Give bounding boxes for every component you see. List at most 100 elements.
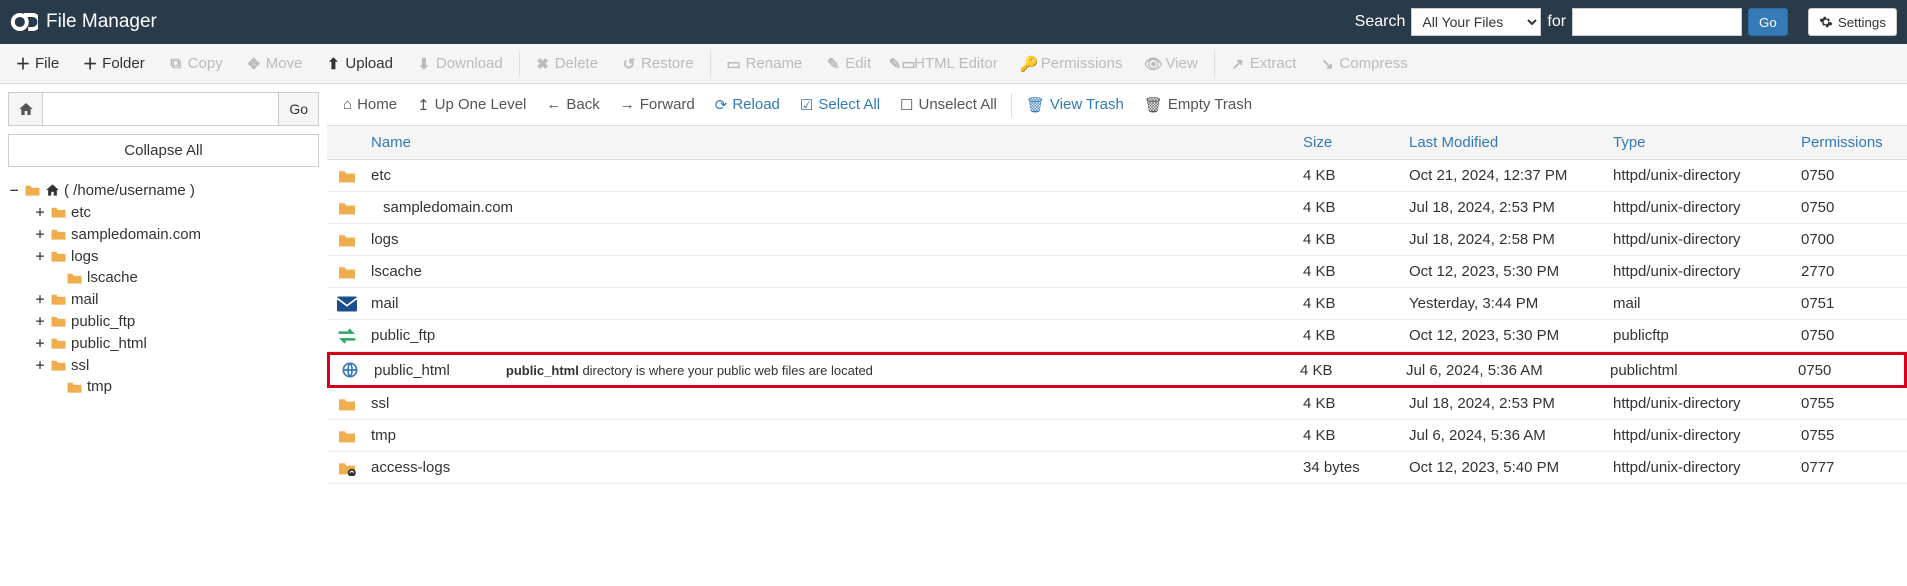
row-name: public_html [374,362,450,379]
folder-icon [337,396,357,412]
table-row[interactable]: mail4 KBYesterday, 3:44 PMmail0751 [327,288,1907,320]
header-search: Search All Your Files for Go Settings [1355,8,1897,36]
col-modified[interactable]: Last Modified [1409,134,1613,151]
path-go-button[interactable]: Go [278,93,318,125]
expander-icon[interactable]: + [34,247,46,265]
table-row[interactable]: tmp4 KBJul 6, 2024, 5:36 AMhttpd/unix-di… [327,420,1907,452]
table-row[interactable]: public_htmlpublic_html directory is wher… [327,352,1907,388]
tree-root[interactable]: − ( /home/username ) [8,179,319,201]
expander-icon[interactable]: − [8,181,20,199]
content-panel: ⌂Home↥Up One Level←Back→Forward⟳Reload☑S… [327,84,1907,484]
table-row[interactable]: etc4 KBOct 21, 2024, 12:37 PMhttpd/unix-… [327,160,1907,192]
table-row[interactable]: public_ftp4 KBOct 12, 2023, 5:30 PMpubli… [327,320,1907,352]
row-modified: Oct 12, 2023, 5:30 PM [1409,263,1613,280]
folder-icon [337,168,357,184]
table-row[interactable]: ssl4 KBJul 18, 2024, 2:53 PMhttpd/unix-d… [327,388,1907,420]
toolbar-file-button[interactable]: ＋File [4,44,71,83]
app-logo: File Manager [10,8,157,36]
toolbar-upload-button[interactable]: ⬆Upload [314,44,405,83]
restore-icon: ↺ [622,55,636,73]
folder-icon [337,428,357,444]
nav-home-button[interactable]: ⌂Home [333,84,407,125]
row-size: 4 KB [1303,199,1409,216]
expander-icon[interactable]: + [34,312,46,330]
row-type: publichtml [1610,362,1798,379]
table-row[interactable]: access-logs34 bytesOct 12, 2023, 5:40 PM… [327,452,1907,484]
nav-toolbar: ⌂Home↥Up One Level←Back→Forward⟳Reload☑S… [327,84,1907,126]
tree-item-label: public_ftp [71,313,135,330]
expander-icon[interactable]: + [34,334,46,352]
path-input[interactable] [43,93,278,125]
upload-icon: ⬆ [326,55,340,73]
compress-icon: ↘ [1320,55,1334,73]
nav-forward-button[interactable]: →Forward [610,84,705,125]
table-row[interactable]: logs4 KBJul 18, 2024, 2:58 PMhttpd/unix-… [327,224,1907,256]
row-name: ssl [371,395,389,412]
row-name: logs [371,231,399,248]
nav-viewtrash-button[interactable]: 🗑View Trash [1016,84,1134,125]
nav-up-button[interactable]: ↥Up One Level [407,84,536,125]
tree-item-label: logs [71,248,99,265]
row-size: 4 KB [1303,231,1409,248]
folder-icon [337,232,357,248]
html-icon: ✎▭ [895,55,909,73]
nav-unselect-button[interactable]: ☐Unselect All [890,84,1007,125]
search-scope-select[interactable]: All Your Files [1411,8,1541,36]
row-modified: Yesterday, 3:44 PM [1409,295,1613,312]
expander-icon[interactable]: + [34,356,46,374]
edit-icon: ✎ [826,55,840,73]
toolbar-delete-button: ✖Delete [524,44,610,83]
tree-item[interactable]: lscache [8,267,319,288]
col-size[interactable]: Size [1303,134,1409,151]
row-permissions: 0755 [1801,395,1907,412]
tree-item[interactable]: + public_html [8,332,319,354]
tree-item[interactable]: +sampledomain.com [8,223,319,245]
nav-back-button[interactable]: ←Back [536,84,609,125]
tree-item[interactable]: + logs [8,245,319,267]
tree-item[interactable]: tmp [8,376,319,397]
row-type: httpd/unix-directory [1613,167,1801,184]
expander-icon[interactable]: + [34,290,46,308]
tree-item[interactable]: +etc [8,201,319,223]
table-row[interactable]: lscache4 KBOct 12, 2023, 5:30 PMhttpd/un… [327,256,1907,288]
expander-icon[interactable]: + [34,203,46,221]
tree-item[interactable]: +mail [8,288,319,310]
trash-icon: 🗑 [1026,96,1045,114]
row-modified: Oct 12, 2023, 5:40 PM [1409,459,1613,476]
col-permissions[interactable]: Permissions [1801,134,1907,151]
tree-item[interactable]: +ssl [8,354,319,376]
row-name: sampledomain.com [371,199,513,216]
nav-emptytrash-button[interactable]: 🗑Empty Trash [1134,84,1262,125]
folder-icon [50,227,67,241]
col-type[interactable]: Type [1613,134,1801,151]
row-permissions: 0751 [1801,295,1907,312]
tree-item-label: public_html [71,335,147,352]
main-toolbar: ＋File＋Folder⧉Copy✥Move⬆Upload⬇Download✖D… [0,44,1907,84]
row-permissions: 0700 [1801,231,1907,248]
settings-button[interactable]: Settings [1808,8,1897,36]
toolbar-htmleditor-button: ✎▭HTML Editor [883,44,1010,83]
row-name: access-logs [371,459,450,476]
tree-item-label: lscache [87,269,138,286]
trash-icon: 🗑 [1144,96,1163,114]
row-permissions: 0755 [1801,427,1907,444]
row-modified: Oct 12, 2023, 5:30 PM [1409,327,1613,344]
app-title: File Manager [46,11,157,33]
row-modified: Oct 21, 2024, 12:37 PM [1409,167,1613,184]
search-go-button[interactable]: Go [1748,8,1788,36]
expander-icon[interactable]: + [34,225,46,243]
col-name[interactable]: Name [367,134,1303,151]
nav-selectall-button[interactable]: ☑Select All [790,84,890,125]
path-home-button[interactable] [9,93,43,125]
row-size: 4 KB [1300,362,1406,379]
extract-icon: ↗ [1231,55,1245,73]
table-row[interactable]: sampledomain.com4 KBJul 18, 2024, 2:53 P… [327,192,1907,224]
toolbar-folder-button[interactable]: ＋Folder [71,44,157,83]
collapse-all-button[interactable]: Collapse All [8,134,319,167]
nav-reload-button[interactable]: ⟳Reload [705,84,790,125]
row-name: etc [371,167,391,184]
table-header: Name Size Last Modified Type Permissions [327,126,1907,160]
row-modified: Jul 6, 2024, 5:36 AM [1409,427,1613,444]
tree-item[interactable]: + public_ftp [8,310,319,332]
search-input[interactable] [1572,8,1742,36]
